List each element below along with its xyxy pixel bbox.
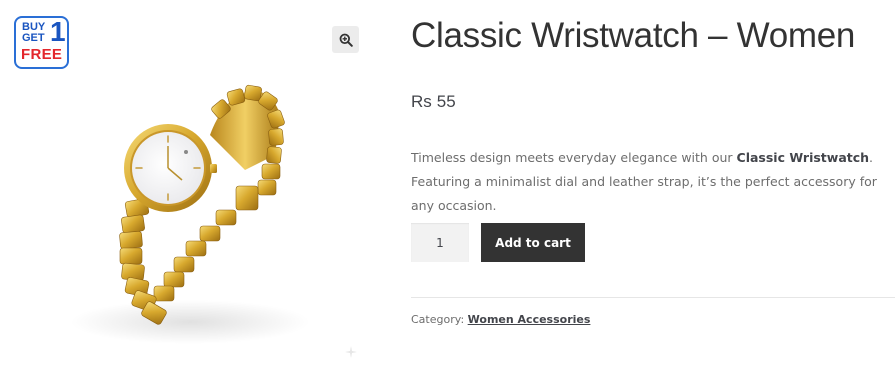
magnifier-plus-icon [339,33,353,47]
add-to-cart-button[interactable]: Add to cart [481,223,585,262]
product-meta: Category: Women Accessories [411,313,590,326]
price-currency: Rs [411,92,432,111]
price-amount: 55 [436,92,456,111]
description-product-name: Classic Wristwatch [736,150,870,165]
product-gallery: BUY GET 1 FREE [0,0,375,375]
divider [411,297,895,298]
sparkle-icon [345,346,357,358]
product-description: Timeless design meets everyday elegance … [411,146,895,218]
badge-get-text: GET [22,32,45,44]
product-title: Classic Wristwatch – Women [411,16,856,55]
badge-one-text: 1 [50,16,66,47]
description-text-start: Timeless design meets everyday elegance … [411,150,737,165]
product-summary: Classic Wristwatch – Women Rs 55 Timeless… [411,0,895,384]
zoom-button[interactable] [332,26,359,53]
product-price: Rs 55 [411,92,456,112]
product-image-wristwatch[interactable] [40,60,360,375]
category-link[interactable]: Women Accessories [468,313,591,326]
category-label: Category: [411,313,465,326]
quantity-input[interactable] [411,223,469,262]
